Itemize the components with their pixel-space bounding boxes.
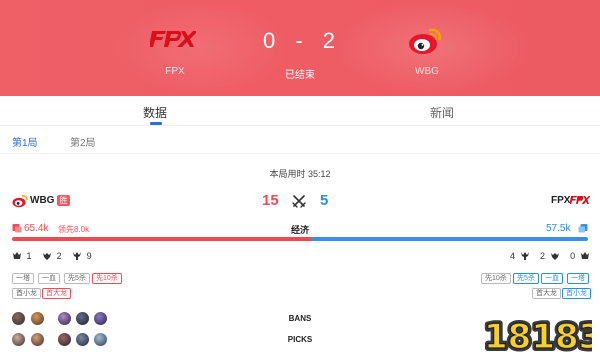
- tag-first-blood-right: 一血: [541, 273, 563, 284]
- tab-data[interactable]: 数据: [143, 104, 167, 121]
- active-tab-indicator: [150, 122, 162, 125]
- wbg-logo-icon[interactable]: [408, 26, 442, 56]
- ban-champion-icon[interactable]: [58, 312, 71, 325]
- win-badge: 胜: [57, 195, 70, 206]
- pick-champion-icon[interactable]: [76, 333, 89, 346]
- tag-first-blood-left: 一血: [38, 273, 60, 284]
- game-tab-1[interactable]: 第1局: [12, 134, 38, 149]
- tag-first-five-left: 先5杀: [64, 273, 90, 284]
- dragon-count-right: 2: [540, 250, 546, 261]
- tag-first-drake-right: 首小龙: [562, 288, 591, 299]
- gold-lead: 领先8.0k: [58, 225, 90, 234]
- tag-first-drake-left: 首小龙: [12, 288, 41, 299]
- team-name-left: FPX: [165, 66, 185, 77]
- tag-first-ten-right: 先10杀: [481, 273, 511, 284]
- economy-row: 65.4k 领先8.0k 经济 57.5k: [0, 222, 600, 244]
- kills-row: WBG 胜 15 5 FPX: [0, 188, 600, 212]
- ban-champion-icon[interactable]: [31, 312, 44, 325]
- game-tab-2[interactable]: 第2局: [70, 134, 96, 149]
- objectives-left: 1 2 9: [12, 250, 92, 264]
- tag-first-tower-left: 一塔: [12, 273, 34, 284]
- match-status: 已结束: [285, 70, 315, 81]
- gold-icon: [578, 224, 588, 233]
- tower-icon: [13, 251, 21, 259]
- gold-icon: [12, 224, 22, 233]
- tag-first-tower-right: 一塔: [567, 273, 589, 284]
- dragon-icon: [550, 252, 559, 260]
- dragon-icon: [43, 252, 52, 260]
- economy-label: 经济: [290, 225, 309, 235]
- economy-bar-right: [312, 237, 588, 241]
- game-selector: 第1局 第2局: [0, 126, 600, 154]
- gold-right: 57.5k: [546, 223, 571, 234]
- pick-champion-icon[interactable]: [12, 333, 25, 346]
- tag-first-baron-right: 首大龙: [532, 288, 561, 299]
- pick-champion-icon[interactable]: [94, 333, 107, 346]
- score-right: 2: [322, 28, 338, 53]
- score-separator: -: [295, 28, 305, 53]
- fpx-logo-icon[interactable]: [150, 28, 196, 50]
- tab-news[interactable]: 新闻: [430, 104, 454, 121]
- svg-text:18183: 18183: [484, 317, 592, 357]
- baron-icon: [73, 251, 82, 260]
- ban-champion-icon[interactable]: [94, 312, 107, 325]
- ban-champion-icon[interactable]: [12, 312, 25, 325]
- 18183-watermark-logo: 18183 18183: [481, 314, 592, 358]
- objectives-right: 4 2 0: [510, 250, 590, 264]
- tower-count-right: 0: [570, 250, 576, 261]
- tag-first-five-right: 先5杀: [513, 273, 539, 284]
- pick-champion-icon[interactable]: [58, 333, 71, 346]
- game-duration: 本局用时 35:12: [269, 169, 331, 179]
- tower-count-left: 1: [26, 250, 32, 261]
- left-team-label: WBG: [30, 195, 55, 206]
- crossed-swords-icon: [292, 195, 306, 208]
- fpx-mini-logo-icon: [570, 196, 590, 204]
- economy-bar-left: [12, 237, 312, 241]
- gold-left: 65.4k: [24, 223, 49, 234]
- score-left: 0: [262, 28, 278, 53]
- kills-right: 5: [320, 192, 329, 209]
- pick-champion-icon[interactable]: [31, 333, 44, 346]
- baron-count-left: 9: [86, 250, 92, 261]
- right-team-label: FPX: [551, 195, 571, 206]
- series-score: 0 - 2: [260, 28, 340, 54]
- baron-icon: [520, 251, 529, 260]
- main-tabs: 数据 新闻: [0, 96, 600, 126]
- match-header: FPX 0 - 2 已结束 WBG: [0, 0, 600, 96]
- kills-left: 15: [262, 192, 279, 209]
- ban-champion-icon[interactable]: [76, 312, 89, 325]
- bans-label: BANS: [288, 314, 312, 323]
- wbg-mini-logo-icon: [12, 195, 28, 208]
- dragon-count-left: 2: [56, 250, 62, 261]
- team-name-right: WBG: [415, 66, 439, 77]
- tower-icon: [580, 251, 589, 259]
- picks-label: PICKS: [287, 335, 313, 344]
- tag-first-ten-left: 先10杀: [92, 273, 122, 284]
- baron-count-right: 4: [510, 250, 516, 261]
- tag-first-baron-left: 首大龙: [42, 288, 71, 299]
